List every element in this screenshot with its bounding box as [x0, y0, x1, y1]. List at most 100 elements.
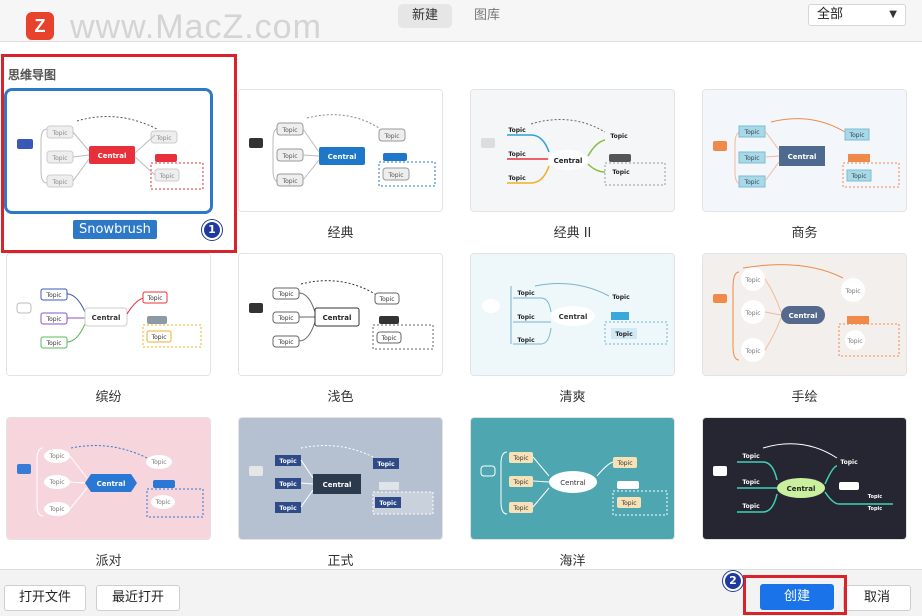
step-badge-1: 1 — [202, 220, 222, 240]
cancel-button[interactable]: 取消 — [843, 585, 911, 611]
svg-text:Topic: Topic — [380, 335, 396, 342]
svg-text:Topic: Topic — [848, 132, 864, 139]
svg-text:Topic: Topic — [48, 479, 64, 486]
svg-text:Topic: Topic — [508, 175, 526, 182]
template-label-classic-2: 经典 II — [553, 226, 592, 241]
template-label-formal: 正式 — [327, 554, 354, 569]
highlight-box-1 — [1, 54, 237, 253]
svg-text:Topic: Topic — [620, 500, 636, 507]
template-chooser-window: Z www.MacZ.com 新建 图库 全部 ▼ 思维导图 Topic Top… — [0, 0, 922, 616]
svg-text:Topic: Topic — [45, 292, 61, 299]
svg-text:Central: Central — [328, 153, 357, 161]
svg-text:Topic: Topic — [377, 461, 395, 468]
svg-text:Topic: Topic — [281, 127, 297, 134]
svg-text:Topic: Topic — [383, 133, 399, 140]
svg-text:Topic: Topic — [742, 503, 760, 510]
svg-text:Topic: Topic — [512, 455, 528, 462]
svg-text:Topic: Topic — [743, 179, 759, 186]
template-card-dark[interactable]: Topic Topic Topic Central Topic Topic To… — [702, 417, 907, 540]
template-label-handdrawn: 手绘 — [791, 390, 818, 405]
svg-text:Topic: Topic — [615, 331, 633, 338]
template-label-business: 商务 — [791, 226, 818, 241]
template-label-fresh: 清爽 — [559, 390, 586, 405]
svg-text:Topic: Topic — [517, 337, 535, 344]
svg-text:Topic: Topic — [744, 348, 760, 355]
svg-text:Topic: Topic — [45, 340, 61, 347]
template-card-fresh[interactable]: Topic Topic Topic Central Topic Topic — [470, 253, 675, 376]
svg-text:Central: Central — [789, 312, 818, 320]
template-label-party: 派对 — [95, 554, 122, 569]
template-label-colorful: 缤纷 — [95, 390, 122, 405]
svg-text:Topic: Topic — [48, 453, 64, 460]
template-label-classic: 经典 — [327, 226, 354, 241]
svg-text:Topic: Topic — [840, 459, 858, 466]
svg-text:Topic: Topic — [378, 296, 394, 303]
svg-text:Topic: Topic — [281, 178, 297, 185]
template-card-party[interactable]: Topic Topic Topic Central Topic Topic — [6, 417, 211, 540]
svg-text:Topic: Topic — [379, 500, 397, 507]
svg-text:Topic: Topic — [48, 506, 64, 513]
svg-text:Topic: Topic — [150, 334, 166, 341]
svg-text:Topic: Topic — [846, 338, 862, 345]
svg-text:Topic: Topic — [612, 294, 630, 301]
step-badge-2: 2 — [723, 571, 743, 591]
svg-text:Central: Central — [323, 314, 352, 322]
template-label-ocean: 海洋 — [559, 554, 586, 569]
svg-text:Topic: Topic — [742, 479, 760, 486]
svg-text:Topic: Topic — [517, 290, 535, 297]
svg-text:Topic: Topic — [277, 291, 293, 298]
app-logo-icon: Z — [26, 12, 54, 40]
template-label-light: 浅色 — [327, 390, 354, 405]
svg-text:Topic: Topic — [279, 505, 297, 512]
svg-text:Topic: Topic — [277, 339, 293, 346]
svg-text:Topic: Topic — [146, 295, 162, 302]
template-card-classic[interactable]: Topic Topic Topic Central Topic Topic — [238, 89, 443, 212]
svg-text:Central: Central — [97, 480, 126, 488]
template-card-colorful[interactable]: Topic Topic Topic Central Topic Topic — [6, 253, 211, 376]
svg-text:Topic: Topic — [743, 155, 759, 162]
svg-text:Topic: Topic — [517, 314, 535, 321]
svg-text:Central: Central — [92, 314, 121, 322]
svg-text:Topic: Topic — [154, 499, 170, 506]
template-card-ocean[interactable]: Topic Topic Topic Central Topic Topic — [470, 417, 675, 540]
category-filter-select[interactable]: 全部 ▼ — [808, 4, 906, 26]
svg-text:Topic: Topic — [279, 458, 297, 465]
svg-text:Central: Central — [323, 481, 352, 489]
template-card-formal[interactable]: Topic Topic Topic Central Topic Topic — [238, 417, 443, 540]
filter-value: 全部 — [817, 7, 844, 22]
svg-text:Topic: Topic — [744, 310, 760, 317]
tab-gallery[interactable]: 图库 — [460, 4, 514, 28]
svg-text:Topic: Topic — [742, 453, 760, 460]
recent-files-button[interactable]: 最近打开 — [96, 585, 180, 611]
svg-text:Topic: Topic — [387, 172, 403, 179]
svg-text:Topic: Topic — [612, 169, 630, 176]
svg-text:Topic: Topic — [279, 481, 297, 488]
svg-text:Topic: Topic — [850, 173, 866, 180]
svg-text:Central: Central — [788, 153, 817, 161]
svg-text:Topic: Topic — [743, 129, 759, 136]
watermark: www.MacZ.com — [70, 8, 322, 46]
open-file-button[interactable]: 打开文件 — [4, 585, 86, 611]
svg-text:Topic: Topic — [508, 127, 526, 134]
chevron-down-icon: ▼ — [889, 9, 897, 20]
template-card-classic-2[interactable]: Topic Topic Topic Central Topic Topic — [470, 89, 675, 212]
tab-new[interactable]: 新建 — [398, 4, 453, 28]
svg-text:Topic: Topic — [45, 316, 61, 323]
template-card-business[interactable]: Topic Topic Topic Central Topic Topic — [702, 89, 907, 212]
svg-text:Topic: Topic — [150, 459, 166, 466]
template-card-light[interactable]: Topic Topic Topic Central Topic Topic — [238, 253, 443, 376]
svg-text:Topic: Topic — [508, 151, 526, 158]
svg-text:Central: Central — [559, 313, 588, 321]
svg-text:Topic: Topic — [512, 479, 528, 486]
top-bar: Z www.MacZ.com 新建 图库 全部 ▼ — [0, 0, 922, 46]
svg-text:Topic: Topic — [281, 153, 297, 160]
svg-text:Topic: Topic — [868, 506, 882, 512]
svg-text:Topic: Topic — [277, 315, 293, 322]
svg-text:Topic: Topic — [744, 277, 760, 284]
svg-text:Topic: Topic — [512, 505, 528, 512]
svg-text:Central: Central — [787, 485, 816, 493]
highlight-box-2 — [743, 575, 847, 615]
svg-text:Central: Central — [554, 157, 583, 165]
template-card-handdrawn[interactable]: Topic Topic Topic Central Topic Topic — [702, 253, 907, 376]
svg-text:Topic: Topic — [616, 460, 632, 467]
